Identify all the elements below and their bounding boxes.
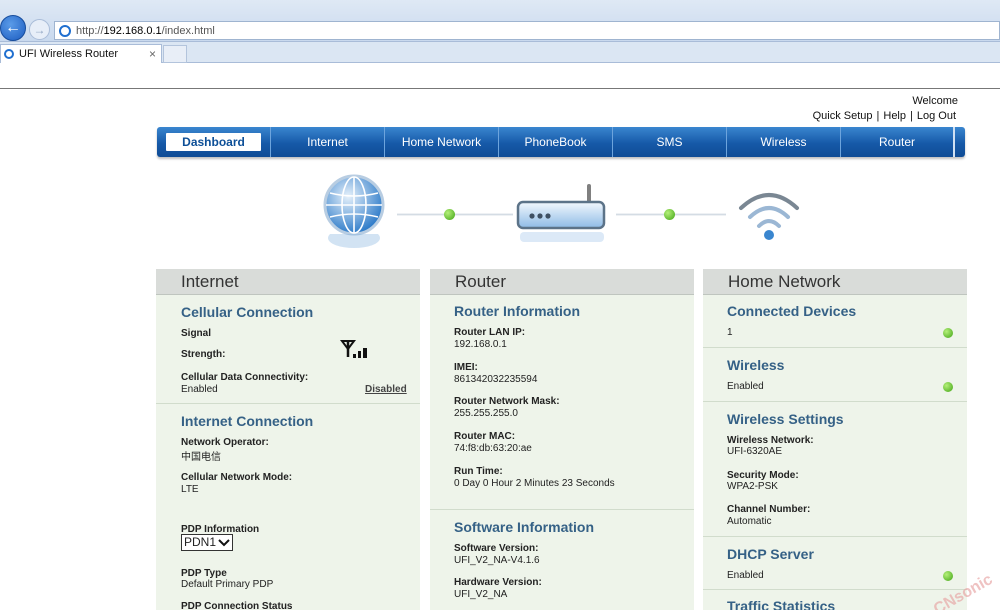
- strength-label: Strength:: [181, 349, 226, 360]
- browser-window: ← → http://192.168.0.1/index.html UFI Wi…: [0, 0, 1000, 610]
- home-network-panel-title: Home Network: [703, 269, 967, 295]
- page-top-border: [0, 88, 1000, 89]
- imei-value: 861342032235594: [454, 374, 538, 385]
- header-links: Quick Setup | Help | Log Out: [812, 110, 956, 122]
- menu-dashboard[interactable]: Dashboard: [157, 127, 271, 157]
- mac-value: 74:f8:db:63:20:ae: [454, 443, 532, 454]
- pdp-status-label: PDP Connection Status: [181, 601, 293, 610]
- section-divider: [703, 347, 967, 348]
- channel-number-label: Channel Number:: [727, 504, 811, 515]
- new-tab-button[interactable]: [163, 45, 187, 63]
- dhcp-server-title[interactable]: DHCP Server: [727, 546, 814, 562]
- traffic-statistics-title[interactable]: Traffic Statistics: [727, 598, 835, 610]
- quick-setup-link[interactable]: Quick Setup: [813, 110, 873, 122]
- section-divider: [430, 509, 694, 510]
- link-line-left: [397, 213, 513, 216]
- main-menu: Dashboard Internet Home Network PhoneBoo…: [157, 127, 965, 157]
- router-reflection: [520, 232, 604, 242]
- connection-diagram: [300, 170, 820, 260]
- section-divider: [703, 589, 967, 590]
- lan-ip-label: Router LAN IP:: [454, 327, 526, 338]
- wireless-title[interactable]: Wireless: [727, 357, 784, 373]
- pdp-type-label: PDP Type: [181, 568, 227, 579]
- signal-label: Signal: [181, 328, 212, 339]
- channel-number-value: Automatic: [727, 516, 772, 527]
- menu-home-network[interactable]: Home Network: [385, 127, 499, 157]
- hardware-version-value: UFI_V2_NA: [454, 589, 508, 600]
- close-tab-icon[interactable]: ×: [149, 47, 156, 61]
- menu-router[interactable]: Router: [841, 127, 955, 157]
- wireless-network-value: UFI-6320AE: [727, 446, 783, 457]
- internet-panel: Internet Cellular Connection Signal Stre…: [156, 269, 420, 610]
- ie-tab-icon: [4, 49, 14, 59]
- address-bar-area: ← → http://192.168.0.1/index.html: [0, 0, 1000, 42]
- chevron-down-icon: [218, 539, 230, 547]
- tab-strip: UFI Wireless Router ×: [0, 42, 1000, 63]
- connected-devices-value: 1: [727, 327, 733, 338]
- runtime-value: 0 Day 0 Hour 2 Minutes 23 Seconds: [454, 478, 615, 489]
- section-divider: [156, 403, 420, 404]
- hardware-version-label: Hardware Version:: [454, 577, 542, 588]
- internet-connection-title: Internet Connection: [181, 413, 314, 429]
- imei-label: IMEI:: [454, 362, 478, 373]
- globe-icon: [323, 174, 385, 236]
- wireless-value: Enabled: [727, 381, 764, 392]
- mac-label: Router MAC:: [454, 431, 516, 442]
- router-icon: [516, 184, 606, 230]
- tab-title: UFI Wireless Router: [19, 48, 119, 60]
- software-info-title: Software Information: [454, 519, 595, 535]
- data-connectivity-label: Cellular Data Connectivity:: [181, 372, 309, 383]
- wireless-settings-title[interactable]: Wireless Settings: [727, 411, 844, 427]
- signal-strength-icon: [340, 340, 367, 358]
- menu-phonebook[interactable]: PhoneBook: [499, 127, 613, 157]
- software-version-value: UFI_V2_NA-V4.1.6: [454, 555, 540, 566]
- url-input[interactable]: http://192.168.0.1/index.html: [54, 21, 1000, 40]
- forward-arrow-icon[interactable]: →: [29, 19, 50, 40]
- pdp-select[interactable]: PDN1: [181, 534, 233, 551]
- section-divider: [703, 401, 967, 402]
- network-mode-value: LTE: [181, 484, 199, 495]
- browser-tab[interactable]: UFI Wireless Router ×: [0, 44, 162, 63]
- security-mode-label: Security Mode:: [727, 470, 799, 481]
- operator-label: Network Operator:: [181, 437, 269, 448]
- internet-panel-title: Internet: [156, 269, 420, 295]
- help-link[interactable]: Help: [883, 110, 906, 122]
- globe-reflection: [328, 234, 380, 248]
- router-panel-title: Router: [430, 269, 694, 295]
- cellular-connection-title: Cellular Connection: [181, 304, 314, 320]
- pdp-type-value: Default Primary PDP: [181, 579, 274, 590]
- router-info-title: Router Information: [454, 303, 580, 319]
- status-dot-icon: [444, 209, 455, 220]
- status-dot-icon: [943, 382, 953, 392]
- menu-wireless[interactable]: Wireless: [727, 127, 841, 157]
- security-mode-value: WPA2-PSK: [727, 481, 778, 492]
- status-dot-icon: [664, 209, 675, 220]
- wireless-network-label: Wireless Network:: [727, 435, 814, 446]
- log-out-link[interactable]: Log Out: [917, 110, 956, 122]
- status-dot-icon: [943, 571, 953, 581]
- dhcp-server-value: Enabled: [727, 570, 764, 581]
- runtime-label: Run Time:: [454, 466, 503, 477]
- router-panel: Router Router Information Router LAN IP:…: [430, 269, 694, 610]
- wifi-icon: [739, 193, 799, 240]
- url-text: http://192.168.0.1/index.html: [76, 24, 215, 37]
- disable-data-link[interactable]: Disabled: [365, 384, 407, 395]
- data-connectivity-value: Enabled: [181, 384, 218, 395]
- lan-ip-value: 192.168.0.1: [454, 339, 507, 350]
- menu-sms[interactable]: SMS: [613, 127, 727, 157]
- welcome-text: Welcome: [912, 95, 958, 107]
- mask-label: Router Network Mask:: [454, 396, 560, 407]
- ie-page-icon: [59, 24, 71, 37]
- home-network-panel: Home Network Connected Devices 1 Wireles…: [703, 269, 967, 610]
- status-dot-icon: [943, 328, 953, 338]
- back-arrow-icon[interactable]: ←: [0, 15, 26, 41]
- menu-internet[interactable]: Internet: [271, 127, 385, 157]
- connected-devices-title[interactable]: Connected Devices: [727, 303, 856, 319]
- software-version-label: Software Version:: [454, 543, 539, 554]
- section-divider: [703, 536, 967, 537]
- mask-value: 255.255.255.0: [454, 408, 518, 419]
- operator-value: 中国电信: [181, 452, 221, 463]
- network-mode-label: Cellular Network Mode:: [181, 472, 293, 483]
